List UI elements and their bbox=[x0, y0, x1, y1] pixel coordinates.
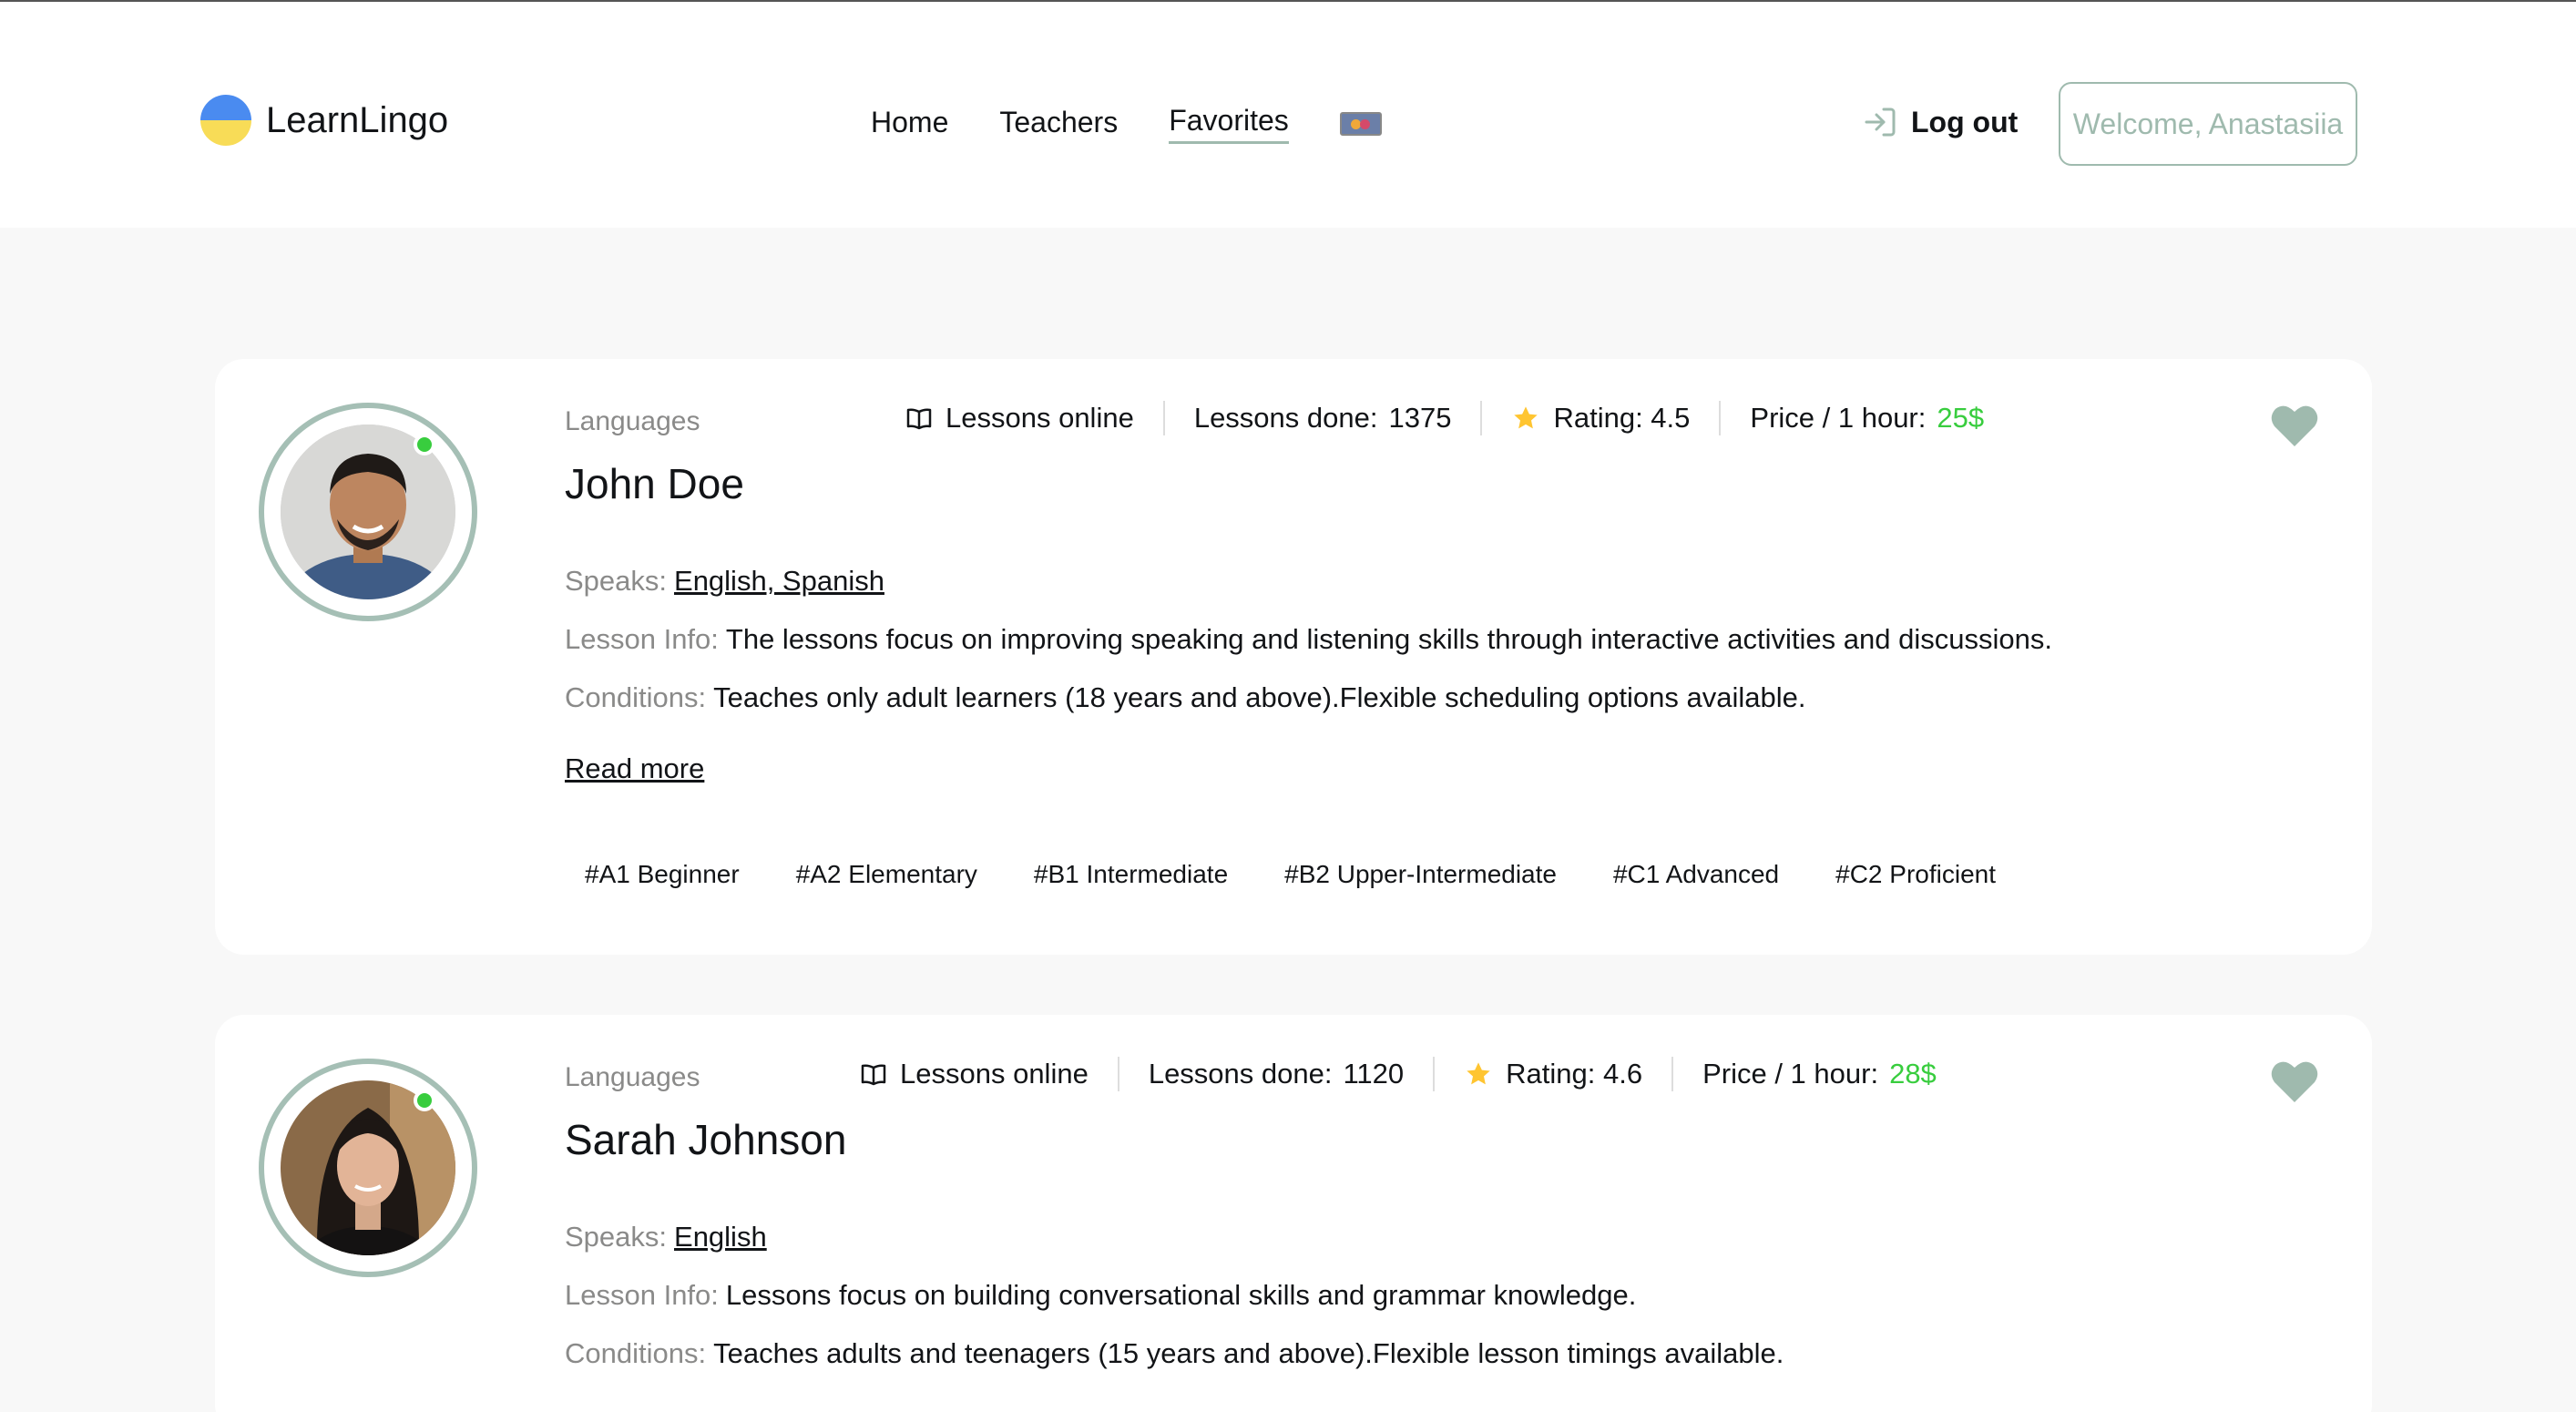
logout-label: Log out bbox=[1911, 105, 2019, 138]
lesson-info-label: Lesson Info: bbox=[565, 623, 719, 655]
star-icon bbox=[1467, 1062, 1490, 1085]
price-label: Price / 1 hour: bbox=[1750, 402, 1927, 434]
welcome-badge[interactable]: Welcome, Anastasiia bbox=[2059, 82, 2357, 166]
teacher-name: Sarah Johnson bbox=[565, 1116, 847, 1163]
lesson-info-text: The lessons focus on improving speaking … bbox=[725, 623, 2052, 655]
languages-label: Languages bbox=[565, 406, 700, 436]
level-tag[interactable]: #B2 Upper-Intermediate bbox=[1264, 847, 1577, 902]
ukraine-flag-icon bbox=[200, 95, 251, 146]
teacher-stats: Lessons online Lessons done: 1120 Rating… bbox=[860, 1057, 1937, 1091]
price-value: 28$ bbox=[1889, 1058, 1937, 1090]
nav-favorites[interactable]: Favorites bbox=[1169, 104, 1289, 144]
star-icon bbox=[1514, 406, 1538, 429]
online-indicator bbox=[414, 1090, 435, 1111]
rating: Rating: 4.5 bbox=[1553, 402, 1691, 434]
level-tag[interactable]: #A2 Elementary bbox=[775, 847, 997, 902]
nav-teachers[interactable]: Teachers bbox=[999, 106, 1118, 143]
lesson-info-label: Lesson Info: bbox=[565, 1279, 719, 1311]
lessons-done-value: 1120 bbox=[1343, 1058, 1405, 1090]
book-icon bbox=[861, 1064, 886, 1086]
lesson-info-line: Lesson Info: The lessons focus on improvi… bbox=[565, 623, 2052, 656]
conditions-line: Conditions: Teaches only adult learners (… bbox=[565, 681, 1805, 714]
lessons-done-value: 1375 bbox=[1388, 402, 1452, 434]
lessons-online: Lessons online bbox=[900, 1058, 1089, 1090]
conditions-label: Conditions: bbox=[565, 1337, 707, 1369]
logo[interactable]: LearnLingo bbox=[200, 95, 448, 146]
speaks-label: Speaks: bbox=[565, 1221, 668, 1253]
conditions-label: Conditions: bbox=[565, 681, 707, 713]
book-icon bbox=[906, 408, 932, 430]
speaks-languages[interactable]: English bbox=[674, 1221, 767, 1253]
conditions-text: Teaches adults and teenagers (15 years a… bbox=[713, 1337, 1784, 1369]
price-value: 25$ bbox=[1937, 402, 1985, 434]
speaks-languages[interactable]: English, Spanish bbox=[674, 565, 884, 597]
teacher-card: Languages Sarah Johnson Lessons online L… bbox=[215, 1015, 2372, 1412]
conditions-line: Conditions: Teaches adults and teenagers … bbox=[565, 1337, 1784, 1370]
lessons-done-label: Lessons done: bbox=[1193, 402, 1378, 434]
level-tag[interactable]: #A1 Beginner bbox=[565, 847, 760, 902]
languages-label: Languages bbox=[565, 1062, 700, 1092]
level-tag[interactable]: #B1 Intermediate bbox=[1013, 847, 1249, 902]
logout-button[interactable]: Log out bbox=[1862, 104, 2018, 140]
heart-icon[interactable] bbox=[2270, 1059, 2319, 1104]
login-arrow-icon bbox=[1865, 107, 1896, 137]
speaks-label: Speaks: bbox=[565, 565, 668, 597]
level-tag[interactable]: #C1 Advanced bbox=[1592, 847, 1800, 902]
nav-home[interactable]: Home bbox=[871, 106, 948, 143]
rating: Rating: 4.6 bbox=[1506, 1058, 1643, 1090]
site-header: LearnLingo Home Teachers Favorites Log o… bbox=[0, 2, 2576, 228]
level-tag[interactable]: #C2 Proficient bbox=[1815, 847, 2016, 902]
conditions-text: Teaches only adult learners (18 years an… bbox=[713, 681, 1806, 713]
price-label: Price / 1 hour: bbox=[1702, 1058, 1879, 1090]
lesson-info-line: Lesson Info: Lessons focus on building co… bbox=[565, 1279, 1636, 1312]
theme-switch-icon[interactable] bbox=[1339, 112, 1382, 136]
lessons-online: Lessons online bbox=[946, 402, 1134, 434]
avatar-frame bbox=[259, 1059, 477, 1277]
heart-icon[interactable] bbox=[2270, 403, 2319, 448]
avatar-frame bbox=[259, 403, 477, 621]
logo-text: LearnLingo bbox=[266, 99, 449, 140]
teacher-name: John Doe bbox=[565, 460, 744, 507]
lesson-info-text: Lessons focus on building conversational… bbox=[725, 1279, 1637, 1311]
teacher-stats: Lessons online Lessons done: 1375 Rating… bbox=[905, 401, 1984, 435]
teacher-card: Languages John Doe Lessons online Lesson… bbox=[215, 359, 2372, 955]
online-indicator bbox=[414, 434, 435, 455]
main-nav: Home Teachers Favorites bbox=[871, 104, 1382, 144]
speaks-line: Speaks: English, Spanish bbox=[565, 565, 884, 598]
speaks-line: Speaks: English bbox=[565, 1221, 767, 1253]
read-more-link[interactable]: Read more bbox=[565, 752, 704, 785]
level-tags: #A1 Beginner #A2 Elementary #B1 Intermed… bbox=[565, 847, 2032, 902]
lessons-done-label: Lessons done: bbox=[1148, 1058, 1333, 1090]
